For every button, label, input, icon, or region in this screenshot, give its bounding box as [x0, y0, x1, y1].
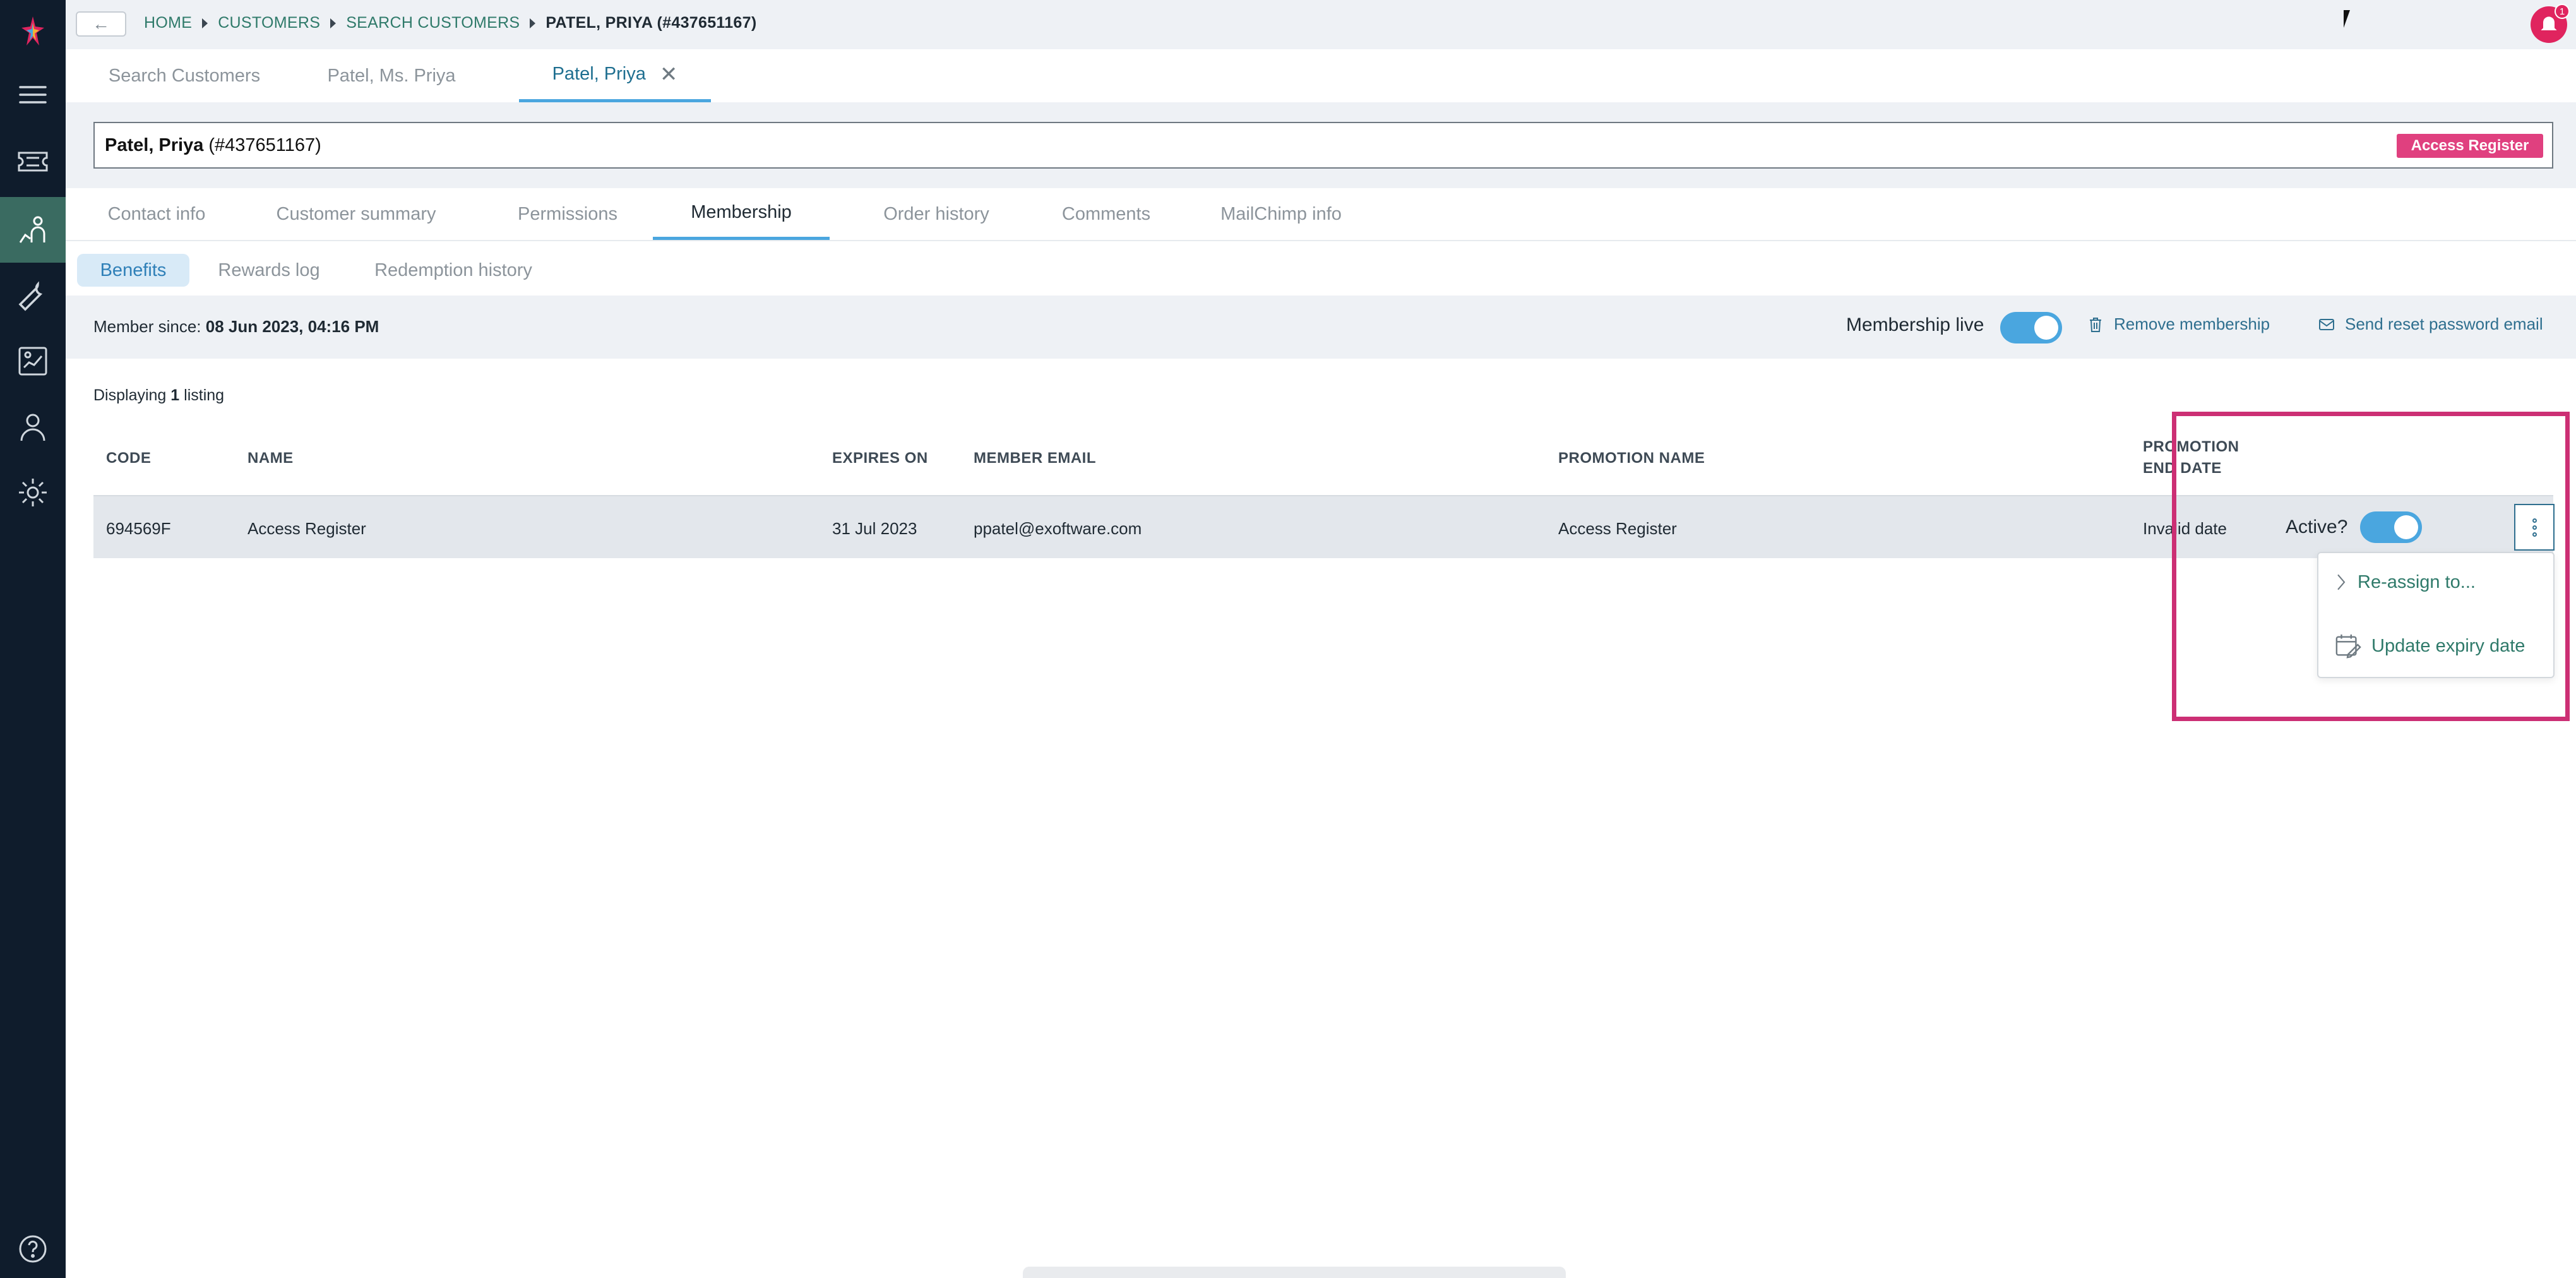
- listing-suffix: listing: [184, 386, 225, 404]
- breadcrumb-customers[interactable]: CUSTOMERS: [218, 14, 320, 32]
- menu-icon[interactable]: [0, 62, 66, 128]
- tab-permissions[interactable]: Permissions: [501, 188, 634, 240]
- tab-patel-priya[interactable]: Patel, Priya ✕: [519, 49, 711, 102]
- access-register-badge[interactable]: Access Register: [2397, 134, 2543, 158]
- listing-count-value: 1: [170, 386, 180, 404]
- subtab-redemption-history[interactable]: Redemption history: [355, 254, 552, 287]
- membership-live-toggle[interactable]: [2000, 312, 2062, 343]
- section-tabs: Contact info Customer summary Permission…: [66, 188, 2576, 241]
- customer-id: (#437651167): [208, 134, 321, 155]
- close-tab-icon[interactable]: ✕: [660, 62, 678, 87]
- tab-comments[interactable]: Comments: [1043, 188, 1169, 240]
- cell-code: 694569F: [106, 519, 171, 538]
- member-since-label: Member since:: [93, 317, 201, 336]
- header-code[interactable]: CODE: [106, 450, 151, 467]
- reports-icon[interactable]: [0, 328, 66, 394]
- header-promotion-name[interactable]: PROMOTION NAME: [1558, 450, 1705, 467]
- membership-live-label: Membership live: [1846, 314, 1984, 335]
- cell-expires-on: 31 Jul 2023: [832, 519, 917, 538]
- email-icon: [2319, 318, 2334, 330]
- header-expires-on[interactable]: EXPIRES ON: [832, 450, 928, 467]
- app-logo-icon[interactable]: [16, 14, 49, 49]
- membership-bar: Member since: 08 Jun 2023, 04:16 PM Memb…: [66, 296, 2576, 359]
- toggle-knob: [2034, 316, 2058, 340]
- cell-member-email: ppatel@exoftware.com: [974, 519, 1142, 538]
- tab-order-history[interactable]: Order history: [851, 188, 1022, 240]
- remove-membership-label: Remove membership: [2114, 314, 2270, 333]
- highlight-annotation: [2172, 412, 2570, 721]
- membership-sub-tabs: Benefits Rewards log Redemption history: [66, 241, 2576, 296]
- page-tabs: Search Customers Patel, Ms. Priya Patel,…: [66, 49, 2576, 102]
- bottom-edge: [1023, 1267, 1566, 1278]
- send-reset-password-button[interactable]: Send reset password email: [2317, 314, 2543, 334]
- send-reset-password-label: Send reset password email: [2345, 314, 2543, 333]
- header-name[interactable]: NAME: [247, 450, 294, 467]
- breadcrumb-separator-icon: [530, 18, 536, 28]
- breadcrumb-separator-icon: [202, 18, 208, 28]
- header-member-email[interactable]: MEMBER EMAIL: [974, 450, 1096, 467]
- listing-count: Displaying 1 listing: [93, 386, 224, 405]
- breadcrumb-separator-icon: [330, 18, 337, 28]
- cell-promotion-name: Access Register: [1558, 519, 1677, 538]
- help-icon[interactable]: [0, 1216, 66, 1278]
- member-since: Member since: 08 Jun 2023, 04:16 PM: [93, 317, 379, 337]
- subtab-benefits[interactable]: Benefits: [77, 254, 189, 287]
- remove-membership-button[interactable]: Remove membership: [2086, 314, 2270, 334]
- user-icon[interactable]: [0, 394, 66, 460]
- trash-icon: [2090, 317, 2101, 332]
- tab-label: Search Customers: [108, 65, 261, 86]
- tab-label: Patel, Ms. Priya: [327, 65, 456, 86]
- tools-icon[interactable]: [0, 264, 66, 330]
- notifications-button[interactable]: 1: [2531, 4, 2570, 43]
- mouse-cursor-icon: [2344, 10, 2350, 28]
- notification-count-badge: 1: [2555, 4, 2570, 19]
- customer-name-field: Patel, Priya (#437651167): [93, 122, 2553, 169]
- tab-customer-summary[interactable]: Customer summary: [261, 188, 451, 240]
- breadcrumb-home[interactable]: HOME: [144, 14, 192, 32]
- subtab-rewards-log[interactable]: Rewards log: [206, 254, 332, 287]
- cell-name: Access Register: [247, 519, 366, 538]
- sidebar: [0, 0, 66, 1278]
- customers-icon[interactable]: [0, 197, 66, 263]
- customer-name: Patel, Priya: [105, 134, 204, 155]
- settings-gear-icon[interactable]: [0, 460, 66, 525]
- tab-membership[interactable]: Membership: [653, 188, 830, 240]
- tab-contact-info[interactable]: Contact info: [93, 188, 220, 240]
- tab-search-customers[interactable]: Search Customers: [96, 49, 273, 102]
- breadcrumb: HOME CUSTOMERS SEARCH CUSTOMERS PATEL, P…: [144, 14, 756, 32]
- top-bar: ← HOME CUSTOMERS SEARCH CUSTOMERS PATEL,…: [66, 0, 2576, 49]
- breadcrumb-current: PATEL, PRIYA (#437651167): [546, 14, 757, 32]
- tab-patel-ms-priya[interactable]: Patel, Ms. Priya: [316, 49, 467, 102]
- listing-prefix: Displaying: [93, 386, 167, 404]
- member-since-value: 08 Jun 2023, 04:16 PM: [205, 317, 379, 336]
- ticket-icon[interactable]: [0, 129, 66, 194]
- back-button[interactable]: ←: [76, 11, 126, 37]
- breadcrumb-search-customers[interactable]: SEARCH CUSTOMERS: [346, 14, 520, 32]
- tab-mailchimp-info[interactable]: MailChimp info: [1202, 188, 1360, 240]
- tab-label: Patel, Priya: [552, 64, 646, 84]
